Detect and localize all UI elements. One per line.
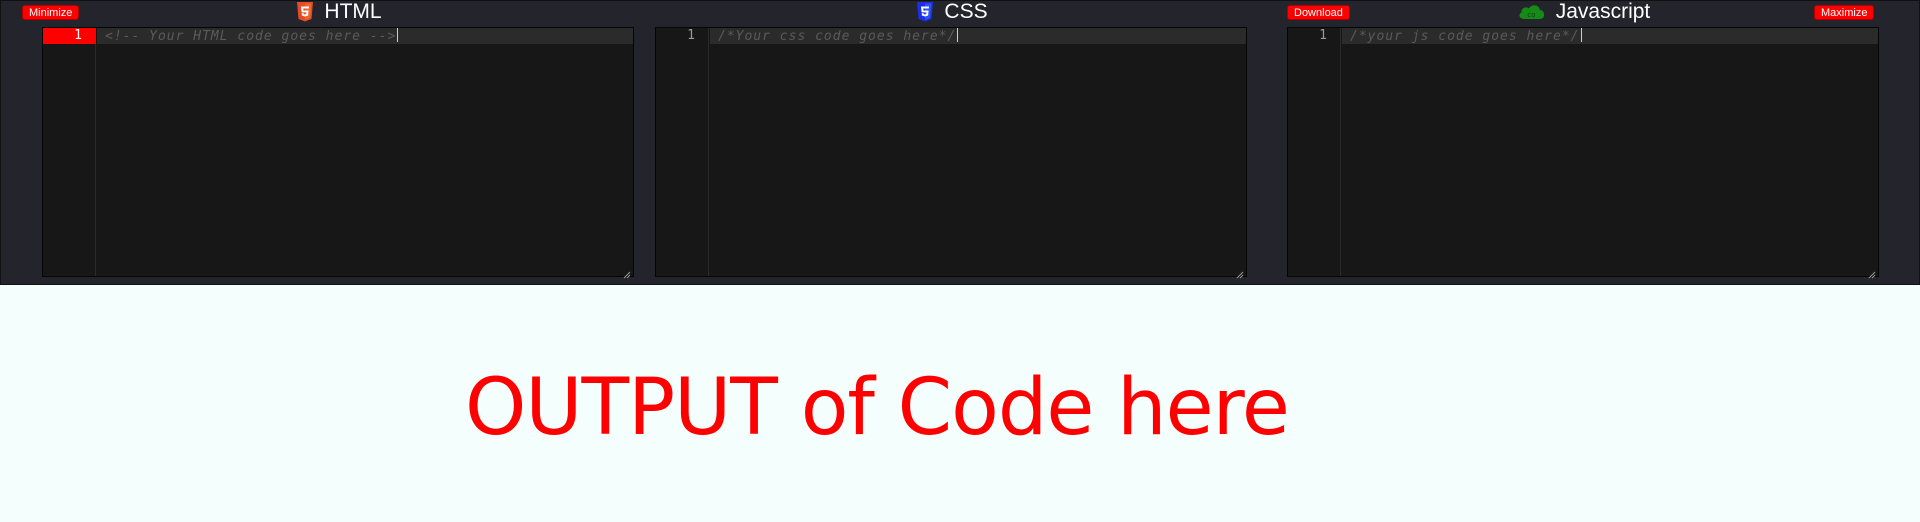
js-editor-gutter: 1 [1288,28,1341,276]
js-pane-title: Javascript [1555,0,1651,23]
css-pane-title: CSS [944,0,988,23]
resize-handle-icon[interactable] [623,266,631,279]
html-editor[interactable]: 1 <!-- Your HTML code goes here --> [42,27,634,279]
html-editor-gutter: 1 [43,28,96,276]
css-pane-header: CSS [655,1,1247,23]
html-line-number: 1 [43,28,96,44]
js-line-number: 1 [1319,28,1327,43]
js-active-line[interactable]: /*your js code goes here*/ [1342,28,1878,44]
output-text: OUTPUT of Code here [465,363,1290,453]
svg-text:co: co [1527,11,1535,19]
output-panel: OUTPUT of Code here [0,285,1920,522]
text-cursor [1580,28,1582,42]
html-active-line[interactable]: <!-- Your HTML code goes here --> [97,28,633,44]
text-cursor [397,28,399,42]
html5-icon [294,2,316,22]
js-code-line[interactable]: /*your js code goes here*/ [1350,28,1582,44]
css-active-line[interactable]: /*Your css code goes here*/ [710,28,1246,44]
css-editor[interactable]: 1 /*Your css code goes here*/ [655,27,1247,279]
text-cursor [957,28,959,42]
js-pane-header: co Javascript [1287,1,1879,23]
js-cloud-icon: co [1516,2,1548,22]
css-line-number: 1 [687,28,695,43]
css-placeholder-text: /*Your css code goes here*/ [718,29,957,44]
resize-handle-icon[interactable] [1868,266,1876,279]
html-pane-header: HTML [42,1,634,23]
editors-panel: Minimize Download Maximize HTML 1 <!-- Y… [0,0,1920,285]
resize-handle-icon[interactable] [1236,266,1244,279]
js-placeholder-text: /*your js code goes here*/ [1350,29,1580,44]
css-editor-gutter: 1 [656,28,709,276]
html-pane-title: HTML [324,0,382,23]
html-code-line[interactable]: <!-- Your HTML code goes here --> [105,28,399,44]
css3-icon [914,2,936,22]
js-editor[interactable]: 1 /*your js code goes here*/ [1287,27,1879,279]
html-placeholder-text: <!-- Your HTML code goes here --> [105,29,397,44]
css-code-line[interactable]: /*Your css code goes here*/ [718,28,959,44]
